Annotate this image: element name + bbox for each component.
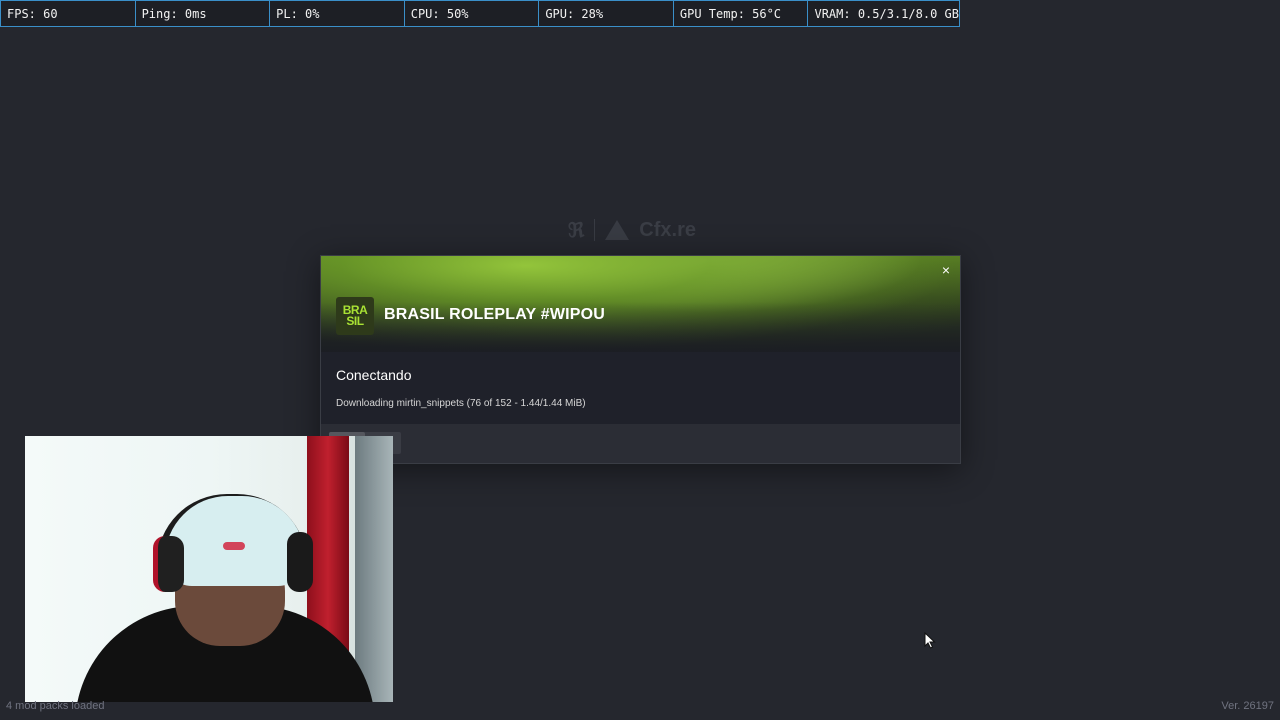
mouse-cursor-icon: [924, 631, 936, 654]
modal-body: Conectando Downloading mirtin_snippets (…: [321, 352, 960, 424]
packet-loss-readout: PL: 0%: [270, 1, 405, 26]
performance-overlay: FPS: 60 Ping: 0ms PL: 0% CPU: 50% GPU: 2…: [0, 0, 960, 27]
brand-divider: [594, 219, 596, 241]
headphone-left: [153, 536, 184, 592]
webcam-curtain-grey: [355, 436, 393, 702]
webcam-overlay: [25, 436, 393, 702]
connection-modal: BRA SIL BRASIL ROLEPLAY #WIPOU × Conecta…: [320, 255, 961, 464]
connection-status: Conectando: [336, 367, 412, 383]
background-brand: ℜ Cfx.re: [568, 216, 696, 244]
ping-readout: Ping: 0ms: [136, 1, 271, 26]
gpu-temp-readout: GPU Temp: 56°C: [674, 1, 809, 26]
fivem-logo-icon: ℜ: [568, 219, 585, 242]
server-logo-line2: SIL: [346, 314, 364, 328]
version-label: Ver. 26197: [1221, 700, 1274, 712]
headphone-right: [287, 532, 313, 592]
mod-packs-status: 4 mod packs loaded: [6, 700, 105, 712]
brand-text: Cfx.re: [639, 218, 696, 241]
fps-readout: FPS: 60: [1, 1, 136, 26]
cap-logo: [223, 542, 245, 550]
server-logo: BRA SIL: [336, 297, 374, 335]
server-name: BRASIL ROLEPLAY #WIPOU: [384, 306, 606, 323]
cfx-logo-icon: [605, 220, 630, 240]
server-banner: [321, 256, 960, 352]
download-detail: Downloading mirtin_snippets (76 of 152 -…: [336, 398, 586, 409]
gpu-readout: GPU: 28%: [539, 1, 674, 26]
cpu-readout: CPU: 50%: [405, 1, 540, 26]
vram-readout: VRAM: 0.5/3.1/8.0 GB: [814, 7, 959, 21]
modal-footer: [321, 424, 960, 463]
close-icon[interactable]: ×: [938, 262, 954, 278]
